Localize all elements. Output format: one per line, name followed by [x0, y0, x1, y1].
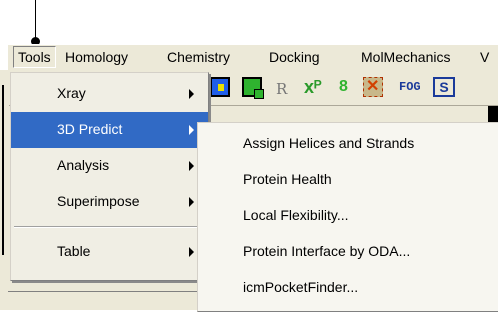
- submenu-item-label: Protein Interface by ODA...: [243, 243, 411, 259]
- fog-icon[interactable]: FOG: [399, 77, 433, 97]
- submenu-item-protein-health[interactable]: Protein Health: [198, 162, 498, 198]
- menu-docking[interactable]: Docking: [269, 49, 320, 65]
- surface-icon[interactable]: S: [433, 77, 455, 97]
- menu-item-label: 3D Predict: [57, 121, 123, 137]
- submenu-arrow-icon: [189, 161, 194, 171]
- menu-tools[interactable]: Tools: [13, 46, 56, 68]
- menu-separator: [14, 226, 205, 228]
- menu-item-analysis[interactable]: Analysis: [11, 148, 208, 184]
- menu-item-label: Superimpose: [57, 193, 140, 209]
- menu-item-table[interactable]: Table: [11, 234, 208, 270]
- menu-homology[interactable]: Homology: [65, 49, 128, 65]
- submenu-item-label: Assign Helices and Strands: [243, 135, 415, 151]
- delete-molecule-icon[interactable]: [363, 76, 383, 97]
- menu-v[interactable]: V: [480, 49, 489, 65]
- submenu-item-local-flexibility[interactable]: Local Flexibility...: [198, 198, 498, 234]
- menu-item-3d-predict[interactable]: 3D Predict: [11, 112, 208, 148]
- menu-bar: Tools Homology Chemistry Docking MolMech…: [8, 44, 498, 72]
- submenu-item-label: icmPocketFinder...: [243, 279, 359, 295]
- submenu-item-label: Protein Health: [243, 171, 332, 187]
- residue-label-icon[interactable]: R: [276, 80, 294, 98]
- menu-item-xray[interactable]: Xray: [11, 76, 208, 112]
- submenu-arrow-icon: [189, 125, 194, 135]
- connect-atoms-icon[interactable]: xᴾ: [304, 77, 324, 97]
- bond-icon[interactable]: 8: [339, 77, 351, 97]
- submenu-item-label: Local Flexibility...: [243, 207, 349, 223]
- 3d-predict-submenu: Assign Helices and Strands Protein Healt…: [197, 122, 498, 312]
- submenu-arrow-icon: [189, 247, 194, 257]
- submenu-item-icm-pocket-finder[interactable]: icmPocketFinder...: [198, 270, 498, 306]
- menu-item-superimpose[interactable]: Superimpose: [11, 184, 208, 220]
- menu-item-label: Xray: [57, 85, 86, 101]
- menu-item-label: Table: [57, 243, 91, 259]
- structure-view-icon[interactable]: [210, 77, 230, 97]
- submenu-arrow-icon: [189, 197, 194, 207]
- menu-molmechanics[interactable]: MolMechanics: [361, 49, 450, 65]
- menu-chemistry[interactable]: Chemistry: [167, 49, 230, 65]
- submenu-item-protein-interface-oda[interactable]: Protein Interface by ODA...: [198, 234, 498, 270]
- tools-dropdown-menu: Xray 3D Predict Analysis Superimpose Tab…: [10, 72, 209, 281]
- copy-selection-icon[interactable]: [242, 77, 264, 99]
- submenu-item-assign-helices[interactable]: Assign Helices and Strands: [198, 126, 498, 162]
- menu-item-label: Analysis: [57, 157, 110, 173]
- submenu-arrow-icon: [189, 89, 194, 99]
- divider: [8, 291, 208, 292]
